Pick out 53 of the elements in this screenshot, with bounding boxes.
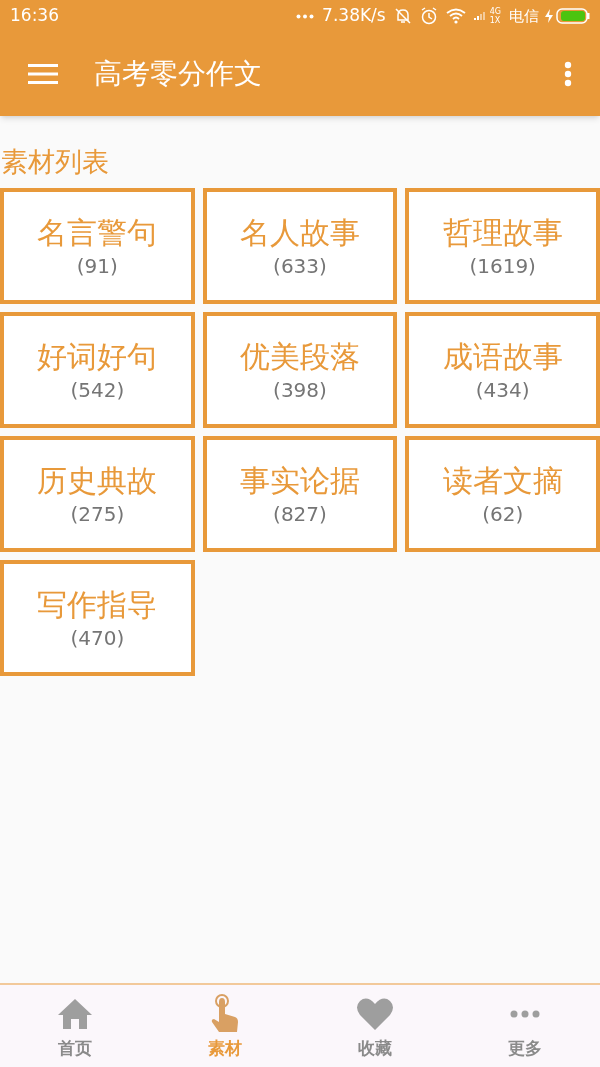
category-tile[interactable]: 成语故事 (434) [405, 312, 600, 428]
item-count: (827) [273, 501, 327, 527]
alarm-icon [419, 7, 438, 25]
category-name: 成语故事 [442, 338, 563, 376]
category-tile[interactable]: 哲理故事 (1619) [405, 188, 600, 304]
home-icon [57, 997, 93, 1030]
more-icon [510, 1008, 540, 1019]
wifi-icon [445, 8, 466, 24]
battery-icon [556, 8, 590, 24]
section-title: 素材列表 [0, 145, 110, 179]
category-tile[interactable]: 名言警句 (91) [0, 188, 195, 304]
category-tile[interactable]: 优美段落 (398) [202, 312, 398, 428]
category-name: 好词好句 [37, 338, 158, 376]
item-count: (91) [76, 253, 118, 279]
network-speed: 7.38K/s [322, 4, 386, 28]
menu-icon[interactable] [28, 63, 58, 85]
category-tile[interactable]: 名人故事 (633) [202, 188, 398, 304]
item-count: (633) [273, 253, 327, 279]
network-type: 4G [489, 7, 501, 16]
pointing-hand-icon [210, 993, 240, 1034]
category-name: 事实论据 [240, 462, 360, 500]
app-title: 高考零分作文 [94, 56, 262, 92]
overflow-menu-icon[interactable] [564, 61, 572, 87]
category-tile[interactable]: 历史典故 (275) [0, 436, 195, 552]
item-count: (398) [273, 377, 327, 403]
item-count: (275) [70, 501, 125, 527]
item-count: (470) [70, 625, 125, 651]
nav-tab[interactable]: 首页 [0, 985, 150, 1067]
status-time: 16:36 [10, 4, 59, 28]
nav-tab[interactable]: 更多 [450, 985, 600, 1067]
item-count: (1619) [469, 253, 536, 279]
category-name: 名人故事 [240, 214, 360, 252]
category-name: 写作指导 [37, 586, 158, 624]
category-name: 读者文摘 [442, 462, 563, 500]
category-tile[interactable]: 写作指导 (470) [0, 560, 195, 676]
more-icon [296, 13, 315, 19]
category-tile[interactable]: 好词好句 (542) [0, 312, 195, 428]
category-name: 哲理故事 [442, 214, 563, 252]
category-name: 名言警句 [37, 214, 158, 252]
category-name: 历史典故 [37, 462, 158, 500]
nav-tab[interactable]: 收藏 [300, 985, 450, 1067]
item-count: (62) [482, 501, 524, 527]
network-type: 1X [489, 16, 501, 25]
muted-bell-icon [393, 7, 412, 25]
category-tile[interactable]: 事实论据 (827) [202, 436, 398, 552]
signal-icon [473, 9, 488, 23]
category-tile[interactable]: 读者文摘 (62) [405, 436, 600, 552]
category-name: 优美段落 [240, 338, 360, 376]
heart-icon [356, 996, 394, 1031]
carrier-name: 电信 [509, 5, 539, 27]
charging-icon [545, 9, 553, 23]
item-count: (542) [70, 377, 125, 403]
item-count: (434) [475, 377, 530, 403]
